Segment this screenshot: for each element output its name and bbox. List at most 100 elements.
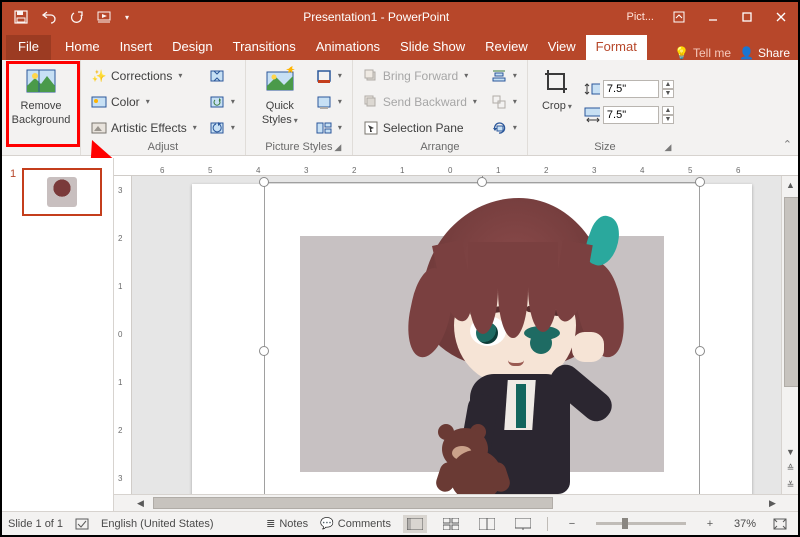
horizontal-scrollbar[interactable]: ◀ ▶: [114, 494, 798, 511]
reading-view-button[interactable]: [475, 515, 499, 533]
slide-thumbnail-1[interactable]: 1: [10, 168, 105, 216]
fit-to-window-button[interactable]: [768, 515, 792, 533]
zoom-level[interactable]: 37%: [734, 518, 756, 530]
selection-pane-button[interactable]: Selection Pane: [361, 117, 479, 139]
remove-background-button[interactable]: Remove Background: [8, 64, 74, 139]
tab-animations[interactable]: Animations: [306, 35, 390, 60]
group-picture-styles-label: Picture Styles: [265, 141, 332, 153]
quick-access-toolbar: ▾: [2, 5, 134, 29]
maximize-button[interactable]: [730, 2, 764, 32]
shape-height-input[interactable]: [603, 80, 659, 98]
collapse-ribbon-button[interactable]: ⌃: [783, 138, 792, 151]
comments-button[interactable]: 💬Comments: [320, 517, 391, 530]
height-spinner[interactable]: ▲▼: [662, 80, 674, 98]
picture-border-button[interactable]: ▾: [314, 65, 344, 87]
close-button[interactable]: [764, 2, 798, 32]
rotate-button[interactable]: ▾: [489, 117, 519, 139]
tell-me-button[interactable]: 💡Tell me: [674, 46, 731, 60]
scroll-left-button[interactable]: ◀: [132, 495, 149, 512]
language-indicator[interactable]: English (United States): [101, 518, 214, 530]
tab-home[interactable]: Home: [55, 35, 110, 60]
share-button[interactable]: 👤Share: [739, 46, 790, 60]
resize-handle-ne[interactable]: [695, 177, 705, 187]
align-button[interactable]: ▾: [489, 65, 519, 87]
chevron-down-icon: ▾: [231, 123, 235, 132]
change-picture-button[interactable]: ▾: [207, 91, 237, 113]
tab-design[interactable]: Design: [162, 35, 222, 60]
group-adjust: ✨Corrections▾ Color▾ Artistic Effects▾ ▾…: [81, 60, 246, 155]
artistic-effects-button[interactable]: Artistic Effects▾: [89, 117, 199, 139]
slide-thumbnail-pane[interactable]: 1: [2, 158, 114, 511]
notes-button[interactable]: ≣Notes: [266, 517, 308, 530]
status-bar: Slide 1 of 1 English (United States) ≣No…: [2, 511, 798, 535]
reset-picture-button[interactable]: ▾: [207, 117, 237, 139]
scroll-thumb-h[interactable]: [153, 497, 553, 509]
chevron-down-icon: ▾: [338, 71, 342, 80]
tab-transitions[interactable]: Transitions: [223, 35, 306, 60]
group-arrange-label: Arrange: [361, 139, 519, 153]
undo-button[interactable]: [36, 5, 62, 29]
qat-customize-button[interactable]: ▾: [120, 5, 134, 29]
remove-background-label-2: Background: [12, 114, 71, 126]
spell-check-button[interactable]: [75, 517, 89, 531]
slide-1[interactable]: [192, 184, 752, 494]
tab-review[interactable]: Review: [475, 35, 538, 60]
group-objects-button[interactable]: ▾: [489, 91, 519, 113]
crop-button[interactable]: Crop▾: [536, 64, 578, 139]
picture-layout-button[interactable]: ▾: [314, 117, 344, 139]
normal-view-button[interactable]: [403, 515, 427, 533]
width-spinner[interactable]: ▲▼: [662, 106, 674, 124]
selected-picture[interactable]: [264, 182, 700, 494]
scroll-thumb-v[interactable]: [784, 197, 800, 387]
zoom-slider[interactable]: [596, 522, 686, 525]
tab-view[interactable]: View: [538, 35, 586, 60]
quick-styles-button[interactable]: Quick Styles▾: [254, 64, 306, 139]
picture-effects-button[interactable]: ▾: [314, 91, 344, 113]
tab-file[interactable]: File: [6, 35, 51, 60]
size-launcher[interactable]: ◢: [662, 141, 674, 153]
tab-insert[interactable]: Insert: [110, 35, 163, 60]
scroll-down-button[interactable]: ▼: [782, 443, 799, 460]
minimize-button[interactable]: [696, 2, 730, 32]
share-icon: 👤: [739, 46, 754, 60]
slideshow-view-button[interactable]: [511, 515, 535, 533]
vertical-ruler[interactable]: 3210123: [114, 176, 132, 494]
next-slide-button[interactable]: ≚: [782, 477, 799, 494]
scroll-up-button[interactable]: ▲: [782, 176, 799, 193]
quick-styles-icon: [264, 66, 296, 98]
compress-pictures-button[interactable]: [207, 65, 237, 87]
zoom-in-button[interactable]: +: [698, 515, 722, 533]
ribbon-display-options-button[interactable]: [662, 2, 696, 32]
corrections-button[interactable]: ✨Corrections▾: [89, 65, 199, 87]
tab-format[interactable]: Format: [586, 35, 647, 60]
start-from-beginning-button[interactable]: [92, 5, 118, 29]
slide-sorter-view-button[interactable]: [439, 515, 463, 533]
resize-handle-w[interactable]: [259, 346, 269, 356]
slide-canvas[interactable]: [132, 176, 781, 494]
picture-effects-icon: [316, 94, 332, 110]
zoom-out-button[interactable]: −: [560, 515, 584, 533]
picture-styles-launcher[interactable]: ◢: [332, 141, 344, 153]
redo-button[interactable]: [64, 5, 90, 29]
previous-slide-button[interactable]: ≙: [782, 460, 799, 477]
send-backward-button[interactable]: Send Backward▾: [361, 91, 479, 113]
scroll-right-button[interactable]: ▶: [764, 495, 781, 512]
group-background: Remove Background .: [2, 60, 81, 155]
slide-indicator[interactable]: Slide 1 of 1: [8, 518, 63, 530]
horizontal-ruler[interactable]: 6543210123456: [114, 158, 798, 176]
tab-slide-show[interactable]: Slide Show: [390, 35, 475, 60]
resize-handle-n[interactable]: [477, 177, 487, 187]
resize-handle-nw[interactable]: [259, 177, 269, 187]
group-size: Crop▾ ▲▼ ▲▼ Size◢: [528, 60, 682, 155]
bring-forward-button[interactable]: Bring Forward▾: [361, 65, 479, 87]
color-button[interactable]: Color▾: [89, 91, 199, 113]
shape-width-input[interactable]: [603, 106, 659, 124]
editor: 6543210123456 3210123: [114, 158, 798, 511]
resize-handle-e[interactable]: [695, 346, 705, 356]
crop-icon: [541, 66, 573, 98]
save-button[interactable]: [8, 5, 34, 29]
app-window: ▾ Presentation1 - PowerPoint Pict... Fil…: [0, 0, 800, 537]
height-box: ▲▼: [584, 80, 674, 98]
vertical-scrollbar[interactable]: ▲ ▼ ≙ ≚: [781, 176, 798, 494]
group-picture-styles: Quick Styles▾ ▾ ▾ ▾ Picture Styles◢: [246, 60, 353, 155]
